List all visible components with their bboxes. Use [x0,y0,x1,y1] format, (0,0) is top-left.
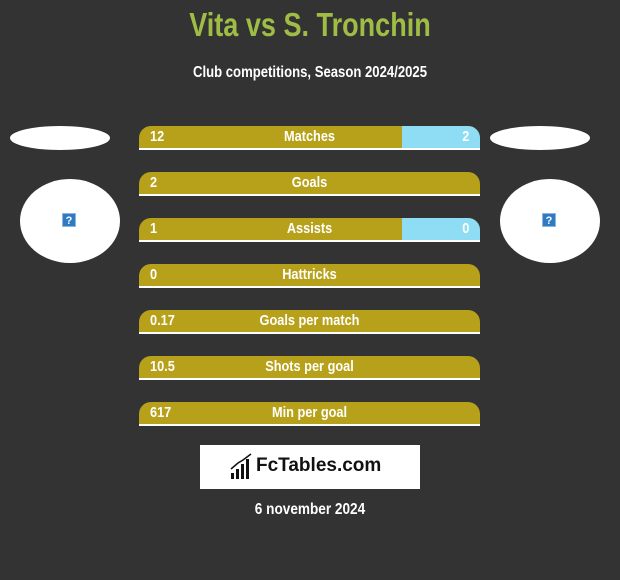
left-player-name-badge [10,126,110,150]
stat-row-matches: Matches 12 2 [139,126,480,150]
date-label: 6 november 2024 [254,501,366,518]
stat-label: Goals [291,174,328,191]
stat-label: Goals per match [259,312,360,329]
left-value: 10.5 [150,358,175,375]
left-value: 0.17 [150,312,175,329]
stat-row-min-per-goal: Min per goal 617 [139,402,480,426]
stat-label: Matches [283,128,336,145]
page-title: Vita vs S. Tronchin [189,6,431,43]
page-subtitle: Club competitions, Season 2024/2025 [192,64,428,81]
right-player-name-badge [490,126,590,150]
left-value: 2 [150,174,158,191]
stat-row-shots-per-goal: Shots per goal 10.5 [139,356,480,380]
logo-text: FcTables.com [256,455,382,476]
question-icon: ? [62,213,76,227]
left-value: 12 [150,128,165,145]
stat-row-goals-per-match: Goals per match 0.17 [139,310,480,334]
right-value: 2 [461,128,469,145]
left-value: 617 [150,404,172,421]
stat-label: Assists [286,220,333,237]
stat-label: Shots per goal [265,358,354,375]
left-value: 1 [150,220,158,237]
right-value: 0 [461,220,469,237]
right-player-avatar[interactable]: ? [500,179,600,263]
fctables-logo[interactable]: FcTables.com [200,445,420,489]
stat-row-hattricks: Hattricks 0 [139,264,480,288]
stat-label: Hattricks [282,266,337,283]
left-player-avatar[interactable]: ? [20,179,120,263]
question-icon: ? [542,213,556,227]
stat-label: Min per goal [271,404,348,421]
stat-row-goals: Goals 2 [139,172,480,196]
bar-chart-icon [230,453,252,479]
left-value: 0 [150,266,158,283]
stat-row-assists: Assists 1 0 [139,218,480,242]
